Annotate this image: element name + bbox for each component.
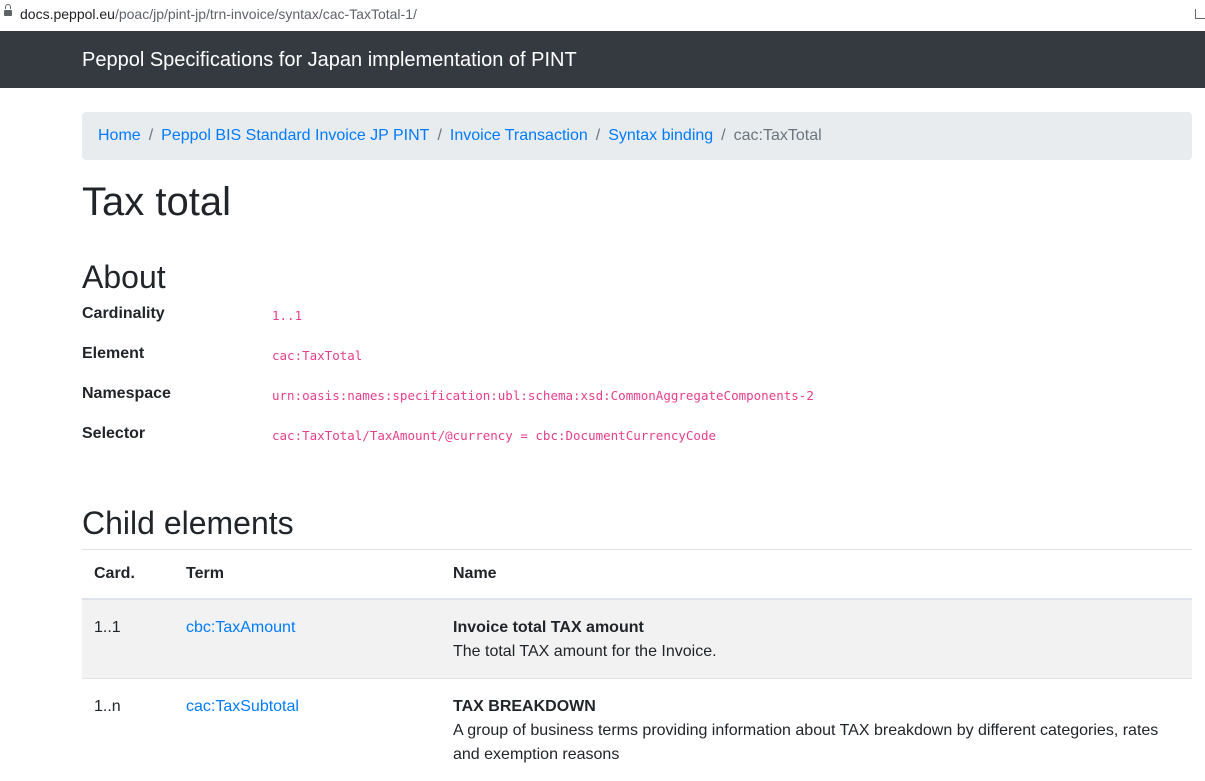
term-link[interactable]: cac:TaxSubtotal xyxy=(186,698,299,715)
property-value: cac:TaxTotal/TaxAmount/@currency = cbc:D… xyxy=(272,428,716,443)
term-link[interactable]: cbc:TaxAmount xyxy=(186,619,295,636)
column-header-name: Name xyxy=(441,550,1192,600)
property-value: 1..1 xyxy=(272,308,302,323)
share-icon[interactable] xyxy=(1195,9,1205,19)
cell-term: cac:TaxSubtotal xyxy=(174,679,441,781)
breadcrumb-bis-standard[interactable]: Peppol BIS Standard Invoice JP PINT xyxy=(161,127,429,145)
property-value: cac:TaxTotal xyxy=(272,348,362,363)
breadcrumb-home[interactable]: Home xyxy=(98,127,141,145)
column-header-term: Term xyxy=(174,550,441,600)
property-label: Namespace xyxy=(82,385,171,403)
breadcrumb-separator: / xyxy=(429,127,449,145)
property-namespace: Namespace urn:oasis:names:specification:… xyxy=(82,385,1192,407)
child-elements-heading: Child elements xyxy=(82,504,294,542)
cell-name: Invoice total TAX amount The total TAX a… xyxy=(441,599,1192,679)
property-label: Element xyxy=(82,345,144,363)
child-elements-table: Card. Term Name 1..1 cbc:TaxAmount Invoi… xyxy=(82,549,1192,781)
table-header-row: Card. Term Name xyxy=(82,550,1192,600)
element-description: The total TAX amount for the Invoice. xyxy=(453,640,1180,664)
breadcrumb-separator: / xyxy=(588,127,608,145)
property-label: Selector xyxy=(82,425,145,443)
property-element: Element cac:TaxTotal xyxy=(82,345,1192,367)
navbar-brand[interactable]: Peppol Specifications for Japan implemen… xyxy=(82,49,577,72)
cell-name: TAX BREAKDOWN A group of business terms … xyxy=(441,679,1192,781)
page-title: Tax total xyxy=(82,178,231,226)
table-row: 1..1 cbc:TaxAmount Invoice total TAX amo… xyxy=(82,599,1192,679)
navbar: Peppol Specifications for Japan implemen… xyxy=(0,31,1205,88)
lock-icon xyxy=(4,8,12,14)
breadcrumb-current: cac:TaxTotal xyxy=(734,127,822,145)
breadcrumb-separator: / xyxy=(141,127,161,145)
property-value: urn:oasis:names:specification:ubl:schema… xyxy=(272,388,814,403)
cell-card: 1..1 xyxy=(82,599,174,679)
property-cardinality: Cardinality 1..1 xyxy=(82,305,1192,327)
breadcrumb: Home / Peppol BIS Standard Invoice JP PI… xyxy=(82,112,1192,160)
property-selector: Selector cac:TaxTotal/TaxAmount/@currenc… xyxy=(82,425,1192,447)
cell-term: cbc:TaxAmount xyxy=(174,599,441,679)
address-bar[interactable]: docs.peppol.eu/poac/jp/pint-jp/trn-invoi… xyxy=(0,0,1205,31)
cell-card: 1..n xyxy=(82,679,174,781)
element-description: A group of business terms providing info… xyxy=(453,719,1180,767)
element-name: TAX BREAKDOWN xyxy=(453,695,1180,719)
property-label: Cardinality xyxy=(82,305,165,323)
url-text[interactable]: docs.peppol.eu/poac/jp/pint-jp/trn-invoi… xyxy=(20,6,417,22)
column-header-card: Card. xyxy=(82,550,174,600)
table-row: 1..n cac:TaxSubtotal TAX BREAKDOWN A gro… xyxy=(82,679,1192,781)
breadcrumb-syntax-binding[interactable]: Syntax binding xyxy=(608,127,713,145)
about-heading: About xyxy=(82,258,166,296)
element-name: Invoice total TAX amount xyxy=(453,616,1180,640)
breadcrumb-separator: / xyxy=(713,127,733,145)
breadcrumb-invoice-transaction[interactable]: Invoice Transaction xyxy=(450,127,588,145)
